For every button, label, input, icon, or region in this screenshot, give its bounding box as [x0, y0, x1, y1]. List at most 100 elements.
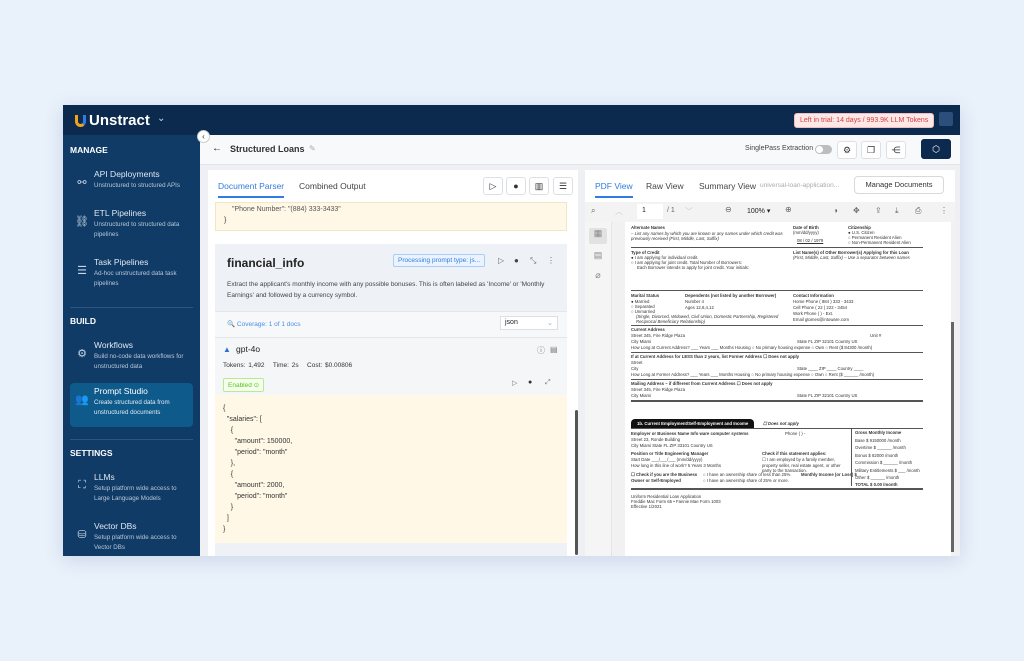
trial-badge: Left in trial: 14 days / 993.9K LLM Toke…	[794, 113, 935, 128]
pdf-text: Monthly Income (or Loss) $	[801, 472, 857, 477]
pan-icon[interactable]: ✥	[853, 206, 860, 215]
stop-llm-icon[interactable]: ●	[528, 379, 532, 386]
item-label: Workflows	[94, 340, 134, 350]
export-tool-button[interactable]: ⬡	[921, 139, 951, 159]
edit-icon[interactable]: ✎	[309, 144, 316, 153]
run-prompt-icon[interactable]: ▷	[498, 256, 504, 265]
search-icon[interactable]: ⌕	[591, 206, 595, 216]
expand-icon[interactable]: ⤢	[545, 379, 551, 387]
code-line: "period": "month"	[223, 449, 288, 456]
tab-raw-view[interactable]: Raw View	[646, 181, 684, 191]
zoom-in-icon[interactable]: ⊕	[785, 205, 792, 214]
collapse-icon[interactable]: ⤡	[530, 256, 536, 266]
pdf-text: Non-Permanent Resident Alien	[851, 240, 911, 245]
section-manage: MANAGE	[70, 145, 108, 155]
back-arrow-icon[interactable]: ←	[212, 143, 222, 154]
pdf-text: ○ I have an ownership share of less than…	[703, 472, 792, 477]
scrollbar[interactable]	[575, 410, 578, 555]
pdf-text: (mm/dd/yyyy)	[793, 230, 819, 235]
tab-summary-view[interactable]: Summary View	[699, 181, 756, 191]
avatar[interactable]	[939, 112, 953, 126]
theme-icon[interactable]: ◑	[833, 206, 838, 215]
llm-profile: ▲ gpt-4o Tokens: 1,492 Time: 2s Cost: $0…	[215, 337, 567, 395]
pdf-text: – List any names by which you are known …	[631, 231, 783, 241]
share-button[interactable]: ⋲	[886, 141, 906, 159]
tab-pdf-view[interactable]: PDF View	[595, 181, 633, 198]
chevron-down-icon[interactable]: ⌄	[157, 113, 165, 124]
outline-icon[interactable]: ▤	[589, 250, 607, 261]
gross-income-row: Bonus $ 82000 /month	[855, 452, 899, 458]
list-button[interactable]: ☰	[553, 177, 573, 195]
stop-icon[interactable]: ●	[514, 256, 519, 265]
pdf-text: Phone ( ) -	[785, 431, 806, 436]
page-input[interactable]: 1	[637, 204, 663, 219]
sidebar-item-prompt-studio[interactable]: 👥 Prompt Studio Create structured data fro…	[70, 383, 193, 427]
enabled-badge[interactable]: Enabled ⊙	[223, 378, 265, 392]
collapse-sidebar-button[interactable]: ‹	[197, 130, 210, 143]
thumbnails-icon[interactable]: ▦	[589, 228, 607, 244]
output-type-select[interactable]: json ⌄	[500, 316, 558, 330]
manage-documents-button[interactable]: Manage Documents	[854, 176, 944, 194]
logo-icon	[75, 114, 86, 127]
gross-income-row: Other $ ______ /month	[855, 475, 900, 481]
pdf-text: If at Current Address for LESS than 2 ye…	[631, 354, 800, 359]
settings-button[interactable]: ⚙	[837, 141, 857, 159]
copy-button[interactable]: ❐	[861, 141, 881, 159]
pdf-text: Street 345, Fire Ridge Plaza	[631, 333, 685, 338]
sidebar-item-llms[interactable]: ⛶ LLMs Setup platform wide access to Large…	[70, 469, 193, 513]
more-icon[interactable]: ⋮	[940, 206, 948, 215]
document-icon[interactable]: ▤	[550, 345, 558, 354]
print-icon[interactable]: ⎙	[915, 206, 921, 216]
item-desc: Unstructured to structured data pipeline…	[94, 221, 180, 238]
cost: Cost: $0.00806	[307, 362, 353, 369]
prompt-card: financial_info Processing prompt type: j…	[215, 244, 567, 556]
zoom-select[interactable]: 100% ▾	[747, 207, 770, 215]
item-label: Prompt Studio	[94, 386, 148, 396]
prompt-title[interactable]: financial_info	[227, 256, 304, 270]
coverage-link[interactable]: 🔍 Coverage: 1 of 1 docs	[227, 320, 301, 328]
attachment-icon[interactable]: ⌀	[589, 270, 607, 281]
gross-income-row: Base $ 9150000 /month	[855, 438, 901, 443]
item-desc: Create structured data from unstructured…	[94, 399, 170, 416]
pdf-page: Alternate Names – List any names by whic…	[625, 222, 951, 556]
analytics-button[interactable]: ▥	[529, 177, 549, 195]
sidebar-item-api-deployments[interactable]: ⚯ API Deployments Unstructured to structur…	[70, 166, 193, 210]
pdf-text: Marital Status	[631, 293, 660, 298]
prompt-studio-icon: 👥	[75, 394, 89, 406]
singlepass-toggle[interactable]	[815, 145, 832, 154]
run-button[interactable]: ●	[506, 177, 526, 195]
select-value: json	[505, 319, 518, 326]
pdf-viewport: ▦ ▤ ⌀ Alternate Names – List any names b…	[585, 222, 955, 556]
run-all-button[interactable]: ▷	[483, 177, 503, 195]
code-line: }	[223, 504, 234, 511]
download-icon[interactable]: ⤓	[895, 206, 899, 216]
sidebar-item-vector-dbs[interactable]: ⛁ Vector DBs Setup platform wide access to…	[70, 518, 193, 556]
divider	[70, 439, 193, 440]
azure-icon: ▲	[223, 345, 231, 354]
pdf-text: City Miami	[631, 393, 652, 398]
file-name: universal-loan-application...	[760, 182, 840, 189]
pdf-text: Street	[631, 360, 643, 365]
pdf-text: Cell Phone ( 22 ) 222 - 3454	[793, 305, 847, 310]
run-llm-icon[interactable]: ▷	[512, 379, 517, 387]
code-line: {	[223, 471, 234, 478]
tab-document-parser[interactable]: Document Parser	[218, 181, 285, 198]
sidebar-item-task-pipelines[interactable]: ☰ Task Pipelines Ad-hoc unstructured data …	[70, 254, 193, 298]
section-settings: SETTINGS	[70, 448, 113, 458]
logo[interactable]: Unstract	[75, 112, 150, 129]
more-icon[interactable]: ⋮	[547, 256, 555, 265]
prev-page-icon[interactable]: ︿	[615, 206, 623, 217]
previous-output: "Phone Number": "(884) 333-3433" }	[215, 202, 567, 231]
sidebar-item-etl-pipelines[interactable]: ⛓ ETL Pipelines Unstructured to structured…	[70, 205, 193, 249]
tab-combined-output[interactable]: Combined Output	[299, 181, 366, 191]
next-page-icon[interactable]: ﹀	[685, 206, 693, 217]
pdf-scrollbar[interactable]	[951, 322, 954, 552]
document-parser-panel: Document Parser Combined Output ▷ ● ▥ ☰ …	[208, 170, 578, 556]
prompt-text[interactable]: Extract the applicant's monthly income w…	[227, 279, 557, 301]
info-icon[interactable]: ⓘ	[537, 345, 545, 356]
upload-icon[interactable]: ⇪	[875, 206, 882, 215]
etl-icon: ⛓	[75, 216, 89, 228]
sidebar-item-workflows[interactable]: ⚙ Workflows Build no-code data workflows f…	[70, 337, 193, 381]
zoom-out-icon[interactable]: ⊖	[725, 205, 732, 214]
pdf-toolbar: ⌕ ︿ 1 / 1 ﹀ ⊖ 100% ▾ ⊕ ◑ ✥ ⇪ ⤓ ⎙ ⋮	[585, 202, 955, 222]
